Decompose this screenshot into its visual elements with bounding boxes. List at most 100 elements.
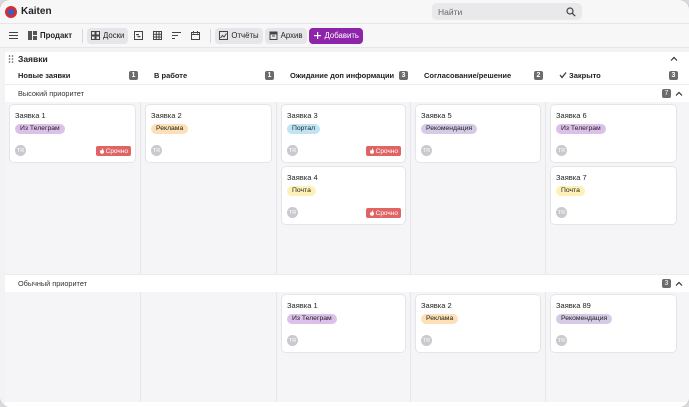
timeline-icon (134, 31, 144, 40)
column-headers: Новые заявки 1 В работе 1 Ожидание доп инфор… (5, 66, 689, 84)
fire-icon (369, 148, 374, 154)
divider (210, 28, 212, 43)
urgent-label: Срочно (375, 209, 398, 217)
swimlane-body: Заявка 1 Из Телеграм TR Срочно Заявка 2 Рекла… (5, 102, 689, 274)
swimlane-tools: 3 (662, 279, 683, 288)
toolbar: Продакт Доски Отчёты Архив Добавить (0, 24, 689, 48)
card-title: Заявка 2 (151, 111, 182, 120)
task-card[interactable]: Заявка 1 Из Телеграм TR Срочно (10, 105, 135, 162)
column-header[interactable]: Согласование/решение 2 (411, 70, 546, 80)
swimlane-header: Высокий приоритет 7 (5, 84, 689, 102)
board-cell (5, 292, 141, 402)
swimlane-count-badge: 3 (662, 279, 671, 288)
app-title: Kaiten (21, 6, 52, 17)
sort-list-icon (172, 32, 182, 39)
column-name: Согласование/решение (424, 70, 512, 80)
board-cell: Заявка 5 Рекомендация TR (411, 102, 546, 274)
space-button[interactable]: Продакт (24, 28, 76, 44)
title-bar: Kaiten Найти (0, 0, 689, 24)
task-card[interactable]: Заявка 4 Почта TR Срочно (282, 167, 405, 224)
column-count-badge: 3 (399, 70, 408, 80)
board-cell: Заявка 6 Из Телеграм TR Заявка 7 Почта TR (546, 102, 681, 274)
card-tag: Рекомендация (556, 314, 613, 324)
swimlane-title: Обычный приоритет (18, 279, 87, 288)
table-view-button[interactable] (149, 28, 166, 44)
card-tag: Реклама (151, 124, 189, 134)
swimlane-title: Высокий приоритет (18, 89, 84, 98)
boards-button[interactable]: Доски (87, 27, 129, 44)
reports-icon (219, 31, 229, 40)
divider (82, 28, 84, 43)
search-icon[interactable] (566, 6, 576, 17)
search-box[interactable]: Найти (432, 3, 582, 20)
task-card[interactable]: Заявка 1 Из Телеграм TR (282, 295, 405, 352)
swimlane-body: Заявка 1 Из Телеграм TR Заявка 2 Реклама TR За… (5, 292, 689, 402)
card-tag: Реклама (421, 314, 459, 324)
board-cell: Заявка 2 Реклама TR (141, 102, 277, 274)
avatar[interactable]: TR (287, 145, 298, 156)
board-cell: Заявка 1 Из Телеграм TR (277, 292, 411, 402)
card-title: Заявка 89 (556, 301, 591, 310)
column-header[interactable]: Закрыто 3 (546, 70, 681, 80)
table-icon (153, 31, 163, 40)
avatar[interactable]: TR (421, 335, 432, 346)
chevron-up-icon[interactable] (670, 55, 678, 63)
swimlane-count-badge: 7 (662, 89, 671, 98)
card-tag: Из Телеграм (287, 314, 337, 324)
archive-button[interactable]: Архив (264, 27, 307, 44)
calendar-view-button[interactable] (187, 28, 204, 44)
add-label: Добавить (324, 31, 359, 40)
timeline-view-button[interactable] (130, 28, 147, 44)
column-header[interactable]: Новые заявки 1 (5, 70, 141, 80)
drag-handle-icon[interactable] (8, 55, 14, 63)
board-cell: Заявка 2 Реклама TR (411, 292, 546, 402)
swimlane-tools: 7 (662, 89, 683, 98)
card-tag: Из Телеграм (15, 124, 65, 134)
card-title: Заявка 4 (287, 173, 318, 182)
card-tag: Из Телеграм (556, 124, 606, 134)
avatar[interactable]: TR (15, 145, 26, 156)
menu-button[interactable] (5, 28, 22, 44)
task-card[interactable]: Заявка 2 Реклама TR (146, 105, 271, 162)
boards-icon (91, 31, 101, 40)
avatar[interactable]: TR (556, 145, 567, 156)
card-tag: Рекомендация (421, 124, 478, 134)
chevron-up-icon[interactable] (675, 280, 683, 288)
space-label: Продакт (40, 31, 73, 40)
board-cell (141, 292, 277, 402)
card-title: Заявка 1 (287, 301, 318, 310)
avatar[interactable]: TR (556, 335, 567, 346)
board-title: Заявки (18, 54, 48, 64)
task-card[interactable]: Заявка 3 Портал TR Срочно (282, 105, 405, 162)
card-title: Заявка 3 (287, 111, 318, 120)
task-card[interactable]: Заявка 5 Рекомендация TR (416, 105, 540, 162)
column-name: Ожидание доп информации (290, 70, 395, 80)
card-tag: Портал (287, 124, 321, 134)
column-count-badge: 1 (129, 70, 138, 80)
task-card[interactable]: Заявка 6 Из Телеграм TR (551, 105, 676, 162)
task-card[interactable]: Заявка 7 Почта TR (551, 167, 676, 224)
chevron-up-icon[interactable] (675, 90, 683, 98)
add-button[interactable]: Добавить (308, 27, 363, 44)
fire-icon (99, 148, 104, 154)
space-layout-icon (28, 31, 37, 40)
task-card[interactable]: Заявка 89 Рекомендация TR (551, 295, 676, 352)
search-input[interactable]: Найти (438, 7, 566, 17)
swimlane-header: Обычный приоритет 3 (5, 274, 689, 292)
board-cell: Заявка 3 Портал TR Срочно Заявка 4 Почта TR Сро… (277, 102, 411, 274)
archive-icon (269, 31, 278, 40)
avatar[interactable]: TR (287, 335, 298, 346)
column-header[interactable]: В работе 1 (141, 70, 277, 80)
column-header[interactable]: Ожидание доп информации 3 (277, 70, 411, 80)
list-view-button[interactable] (168, 28, 185, 44)
reports-button[interactable]: Отчёты (215, 27, 263, 44)
task-card[interactable]: Заявка 2 Реклама TR (416, 295, 540, 352)
board-cell: Заявка 89 Рекомендация TR (546, 292, 681, 402)
avatar[interactable]: TR (421, 145, 432, 156)
avatar[interactable]: TR (151, 145, 162, 156)
urgent-badge: Срочно (365, 146, 401, 156)
checkmark-icon (559, 72, 567, 79)
avatar[interactable]: TR (287, 207, 298, 218)
avatar[interactable]: TR (556, 207, 567, 218)
card-title: Заявка 6 (556, 111, 587, 120)
